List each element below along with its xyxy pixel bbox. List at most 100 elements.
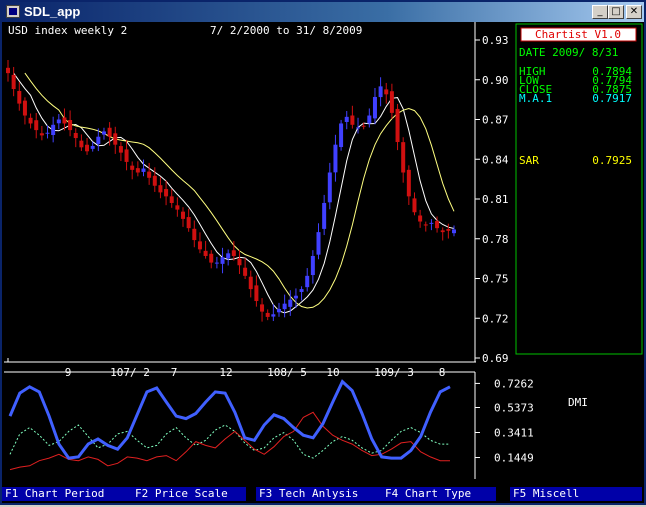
candle-body — [17, 90, 22, 104]
candle-body — [11, 74, 16, 90]
candle-body — [435, 221, 440, 229]
candle-body — [254, 285, 259, 302]
f2-price-scale[interactable]: F2 Price Scale — [132, 487, 246, 501]
f4-chart-type[interactable]: F4 Chart Type — [382, 487, 496, 501]
candle — [51, 116, 56, 143]
candle-body — [248, 276, 253, 290]
candle-body — [299, 289, 304, 292]
candle — [226, 249, 231, 266]
indicator-tick-label: 0.3411 — [494, 427, 534, 440]
indicator-tick-label: 0.1449 — [494, 452, 534, 465]
candle-body — [118, 146, 123, 153]
candle-body — [209, 253, 214, 263]
candle-body — [429, 222, 434, 224]
candle-body — [237, 258, 242, 266]
candle-body — [243, 267, 248, 276]
chart-date-range: 7/ 2/2000 to 31/ 8/2009 — [210, 24, 362, 37]
quote-value: 0.7917 — [592, 92, 632, 105]
title-bar[interactable]: SDL_app _ □ ✕ — [2, 2, 644, 22]
candle-body — [164, 189, 169, 197]
candle — [79, 134, 84, 151]
candle-body — [260, 304, 265, 312]
candle-body — [452, 229, 456, 234]
maximize-button[interactable]: □ — [608, 5, 624, 19]
candle-body — [305, 275, 310, 288]
candle-body — [389, 91, 394, 113]
candle-body — [293, 295, 298, 299]
price-axis: 0.93 0.90 0.87 0.84 0.81 0.78 0.75 0.72 0.69 — [475, 34, 509, 365]
candle-body — [333, 144, 338, 173]
candle — [429, 219, 434, 231]
minimize-button[interactable]: _ — [592, 5, 608, 19]
indicator-tick-label: 0.7262 — [494, 377, 534, 390]
candle-body — [135, 168, 140, 173]
candle-body — [141, 168, 146, 172]
candle-body — [56, 119, 61, 124]
candle — [186, 208, 191, 232]
candle — [209, 250, 214, 269]
candle-body — [79, 140, 84, 148]
candle-body — [384, 89, 389, 95]
info-date: DATE 2009/ 8/31 — [519, 46, 618, 59]
candle-body — [192, 228, 197, 241]
candle — [305, 268, 310, 292]
candle-body — [446, 229, 451, 231]
candle-body — [101, 131, 106, 135]
candle — [158, 177, 163, 199]
candle — [260, 298, 265, 322]
candle — [197, 232, 202, 254]
candle — [11, 66, 16, 97]
candle-body — [22, 100, 27, 116]
candle-body — [68, 120, 73, 131]
candle — [350, 105, 355, 129]
candle — [203, 240, 208, 259]
candle-body — [367, 115, 372, 124]
candle-body — [124, 149, 129, 162]
adx-line — [8, 379, 451, 460]
candle-body — [378, 86, 383, 98]
dmi-lines — [8, 379, 451, 471]
candle — [34, 112, 39, 139]
candle-body — [372, 96, 377, 119]
chart-canvas[interactable]: USD index weekly 2 7/ 2/2000 to 31/ 8/20… — [2, 22, 644, 503]
app-icon[interactable] — [6, 5, 20, 18]
candle-body — [203, 250, 208, 256]
candle — [6, 60, 10, 82]
candle-body — [73, 132, 78, 139]
candle-body — [186, 217, 191, 229]
candle — [147, 162, 152, 185]
candle — [339, 119, 344, 151]
candle-body — [45, 132, 50, 134]
candle-body — [395, 108, 400, 143]
candle — [401, 137, 406, 183]
candle — [412, 192, 417, 216]
close-button[interactable]: ✕ — [626, 5, 642, 19]
price-tick-label: 0.87 — [482, 114, 509, 127]
sar-label: SAR — [519, 154, 539, 167]
candle-body — [197, 241, 202, 250]
sar-value: 0.7925 — [592, 154, 632, 167]
f1-chart-period[interactable]: F1 Chart Period — [2, 487, 132, 501]
candle — [406, 165, 411, 205]
price-tick-label: 0.78 — [482, 233, 509, 246]
candle-body — [147, 171, 152, 178]
candle-body — [226, 253, 231, 259]
minus-di-line — [9, 411, 450, 471]
candle — [73, 128, 78, 148]
candle — [22, 97, 27, 125]
candle — [101, 127, 106, 140]
f3-tech-analysis[interactable]: F3 Tech Anlysis — [256, 487, 382, 501]
candle — [299, 286, 304, 301]
candle-body — [316, 232, 321, 255]
candle — [130, 161, 135, 180]
ma-fast-line — [13, 72, 455, 314]
f5-miscell[interactable]: F5 Miscell — [510, 487, 642, 501]
price-tick-label: 0.72 — [482, 312, 509, 325]
candle — [395, 103, 400, 151]
candle-body — [361, 125, 366, 127]
candle — [333, 134, 338, 182]
candle — [378, 77, 383, 107]
candle — [124, 139, 129, 171]
function-key-bar: F1 Chart Period F2 Price Scale F3 Tech A… — [2, 487, 644, 501]
candle-body — [6, 67, 10, 74]
